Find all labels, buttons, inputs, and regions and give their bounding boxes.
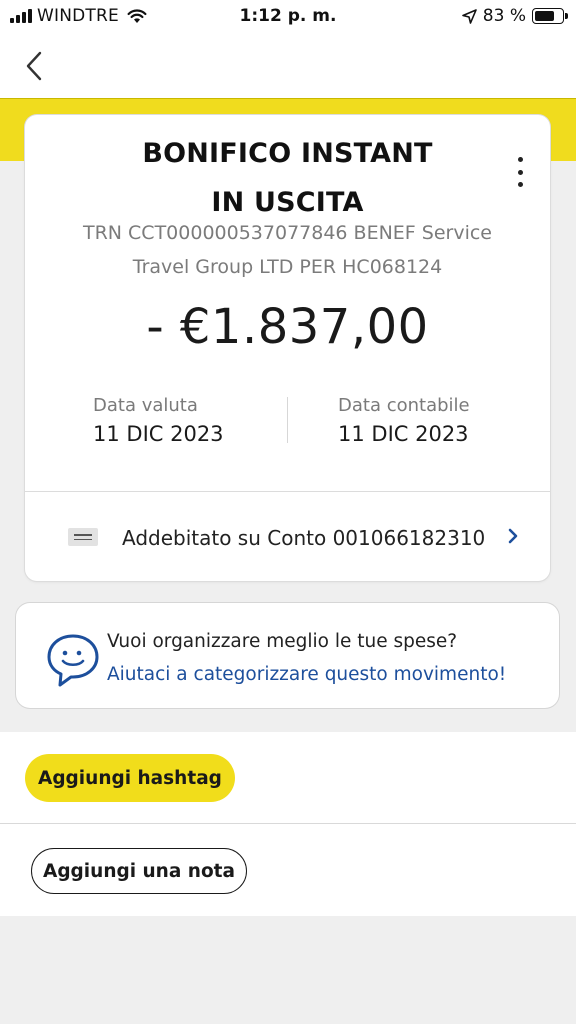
value-date: 11 DIC 2023 <box>93 422 224 446</box>
tip-question: Vuoi organizzare meglio le tue spese? <box>107 631 458 652</box>
account-card-icon <box>68 528 98 546</box>
title-line-1: BONIFICO INSTANT <box>142 138 433 169</box>
more-options-icon[interactable] <box>514 157 526 187</box>
actions-divider <box>0 823 576 824</box>
battery-percent: 83 % <box>482 6 526 26</box>
description-line-1: TRN CCT000000537077846 BENEF Service <box>82 222 492 244</box>
nav-bar <box>0 34 576 98</box>
add-hashtag-button[interactable]: Aggiungi hashtag <box>25 754 235 802</box>
accounting-date-label: Data contabile <box>338 395 470 416</box>
categorize-link[interactable]: Aiutaci a categorizzare questo movimento… <box>107 664 506 685</box>
value-date-label: Data valuta <box>93 395 198 416</box>
smiley-chat-icon <box>47 634 99 687</box>
status-bar: WINDTRE 1:12 p. m. 83 % <box>0 0 576 34</box>
transaction-title: BONIFICO INSTANT IN USCITA <box>25 129 550 227</box>
back-button[interactable] <box>14 46 54 86</box>
debited-account-row[interactable]: Addebitato su Conto 001066182310 <box>25 492 550 581</box>
transaction-card: BONIFICO INSTANT IN USCITA TRN CCT000000… <box>25 115 550 581</box>
status-right: 83 % <box>461 6 568 26</box>
debited-account-label: Addebitato su Conto 001066182310 <box>122 526 486 550</box>
categorize-tip-card: Vuoi organizzare meglio le tue spese? Ai… <box>16 603 559 708</box>
battery-cap <box>565 13 568 19</box>
actions-section: Aggiungi hashtag Aggiungi una nota <box>0 732 576 916</box>
chevron-left-icon <box>26 51 42 81</box>
battery-fill <box>535 11 554 21</box>
date-divider <box>287 397 288 443</box>
accounting-date: 11 DIC 2023 <box>338 422 469 446</box>
add-note-button[interactable]: Aggiungi una nota <box>31 848 247 894</box>
transaction-amount: - €1.837,00 <box>146 299 429 355</box>
value-date-block: Data valuta 11 DIC 2023 <box>93 395 224 446</box>
chevron-right-icon <box>508 528 518 544</box>
location-arrow-icon <box>461 8 477 24</box>
battery-icon <box>532 8 568 24</box>
description-line-2: Travel Group LTD PER HC068124 <box>132 256 443 278</box>
transaction-description: TRN CCT000000537077846 BENEF Service Tra… <box>45 216 530 284</box>
accounting-date-block: Data contabile 11 DIC 2023 <box>338 395 470 446</box>
